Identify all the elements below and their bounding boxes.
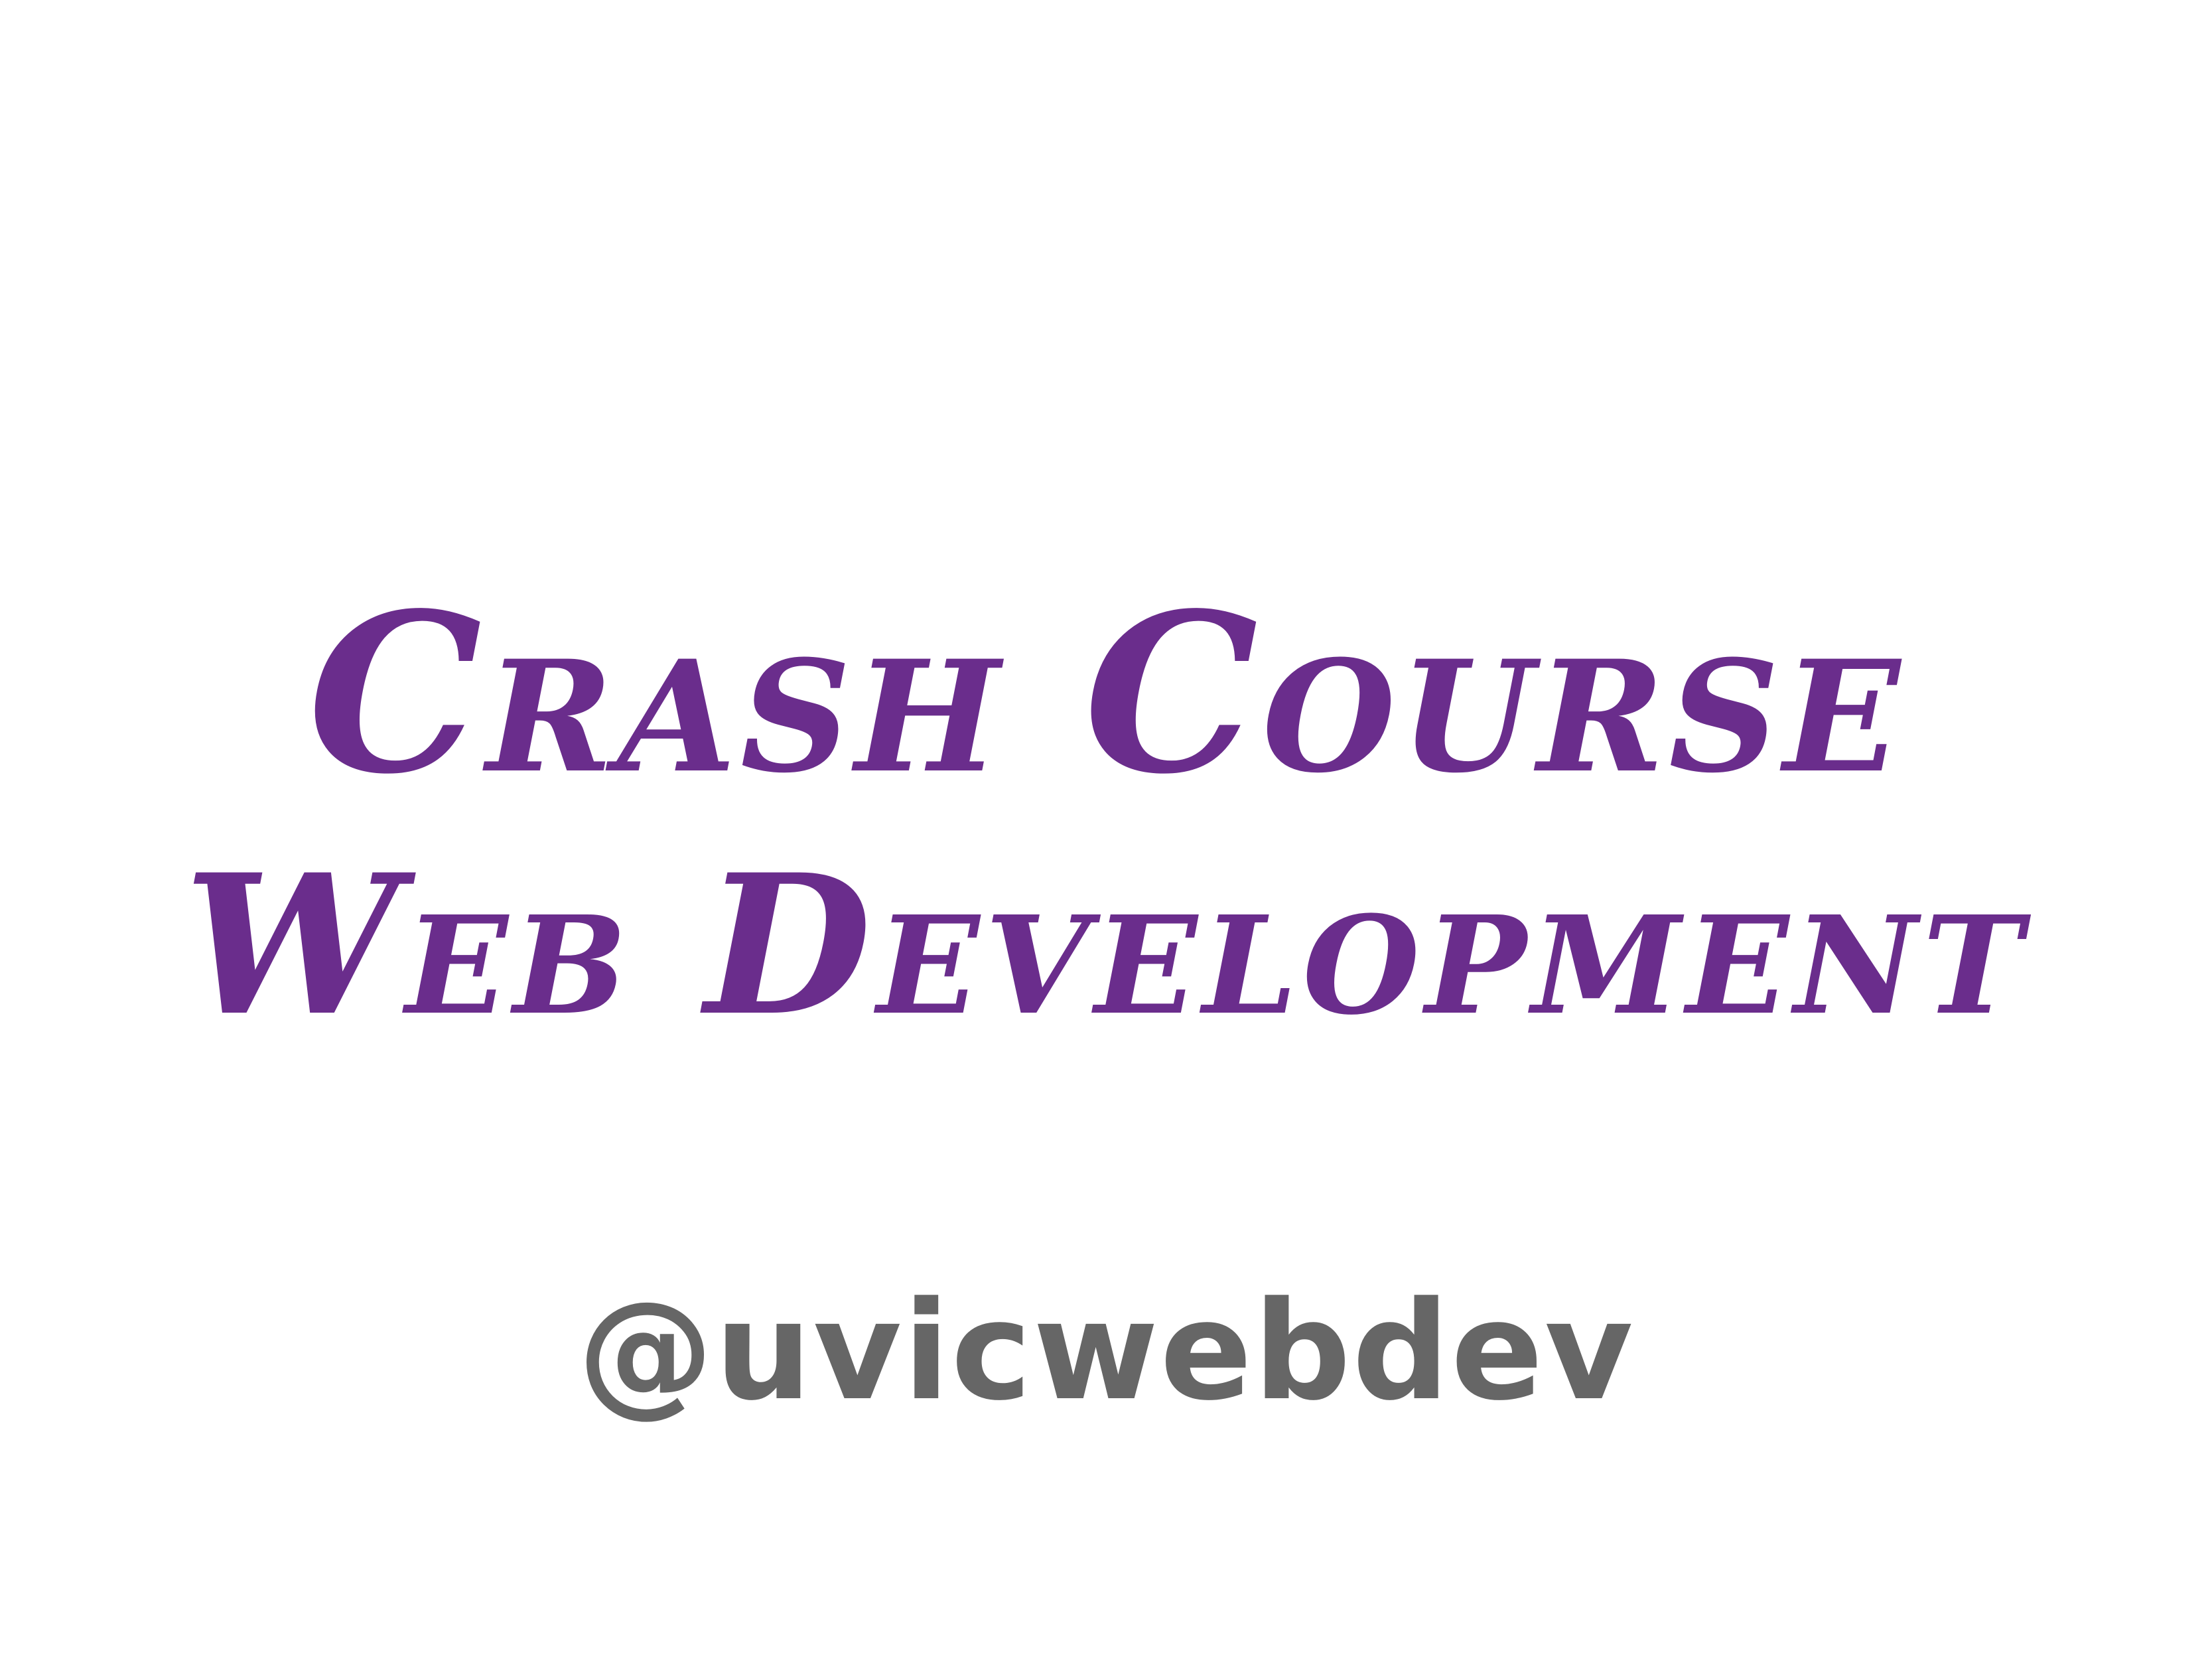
title-line-crash-course: Crash Course [308,565,1904,822]
social-handle: @uvicwebdev [577,1273,1635,1431]
title-line-web-development: Web Development [184,833,2028,1058]
title-block: Crash Course Web Development [0,584,2212,1042]
title-slide: Crash Course Web Development @uvicwebdev [0,0,2212,1659]
